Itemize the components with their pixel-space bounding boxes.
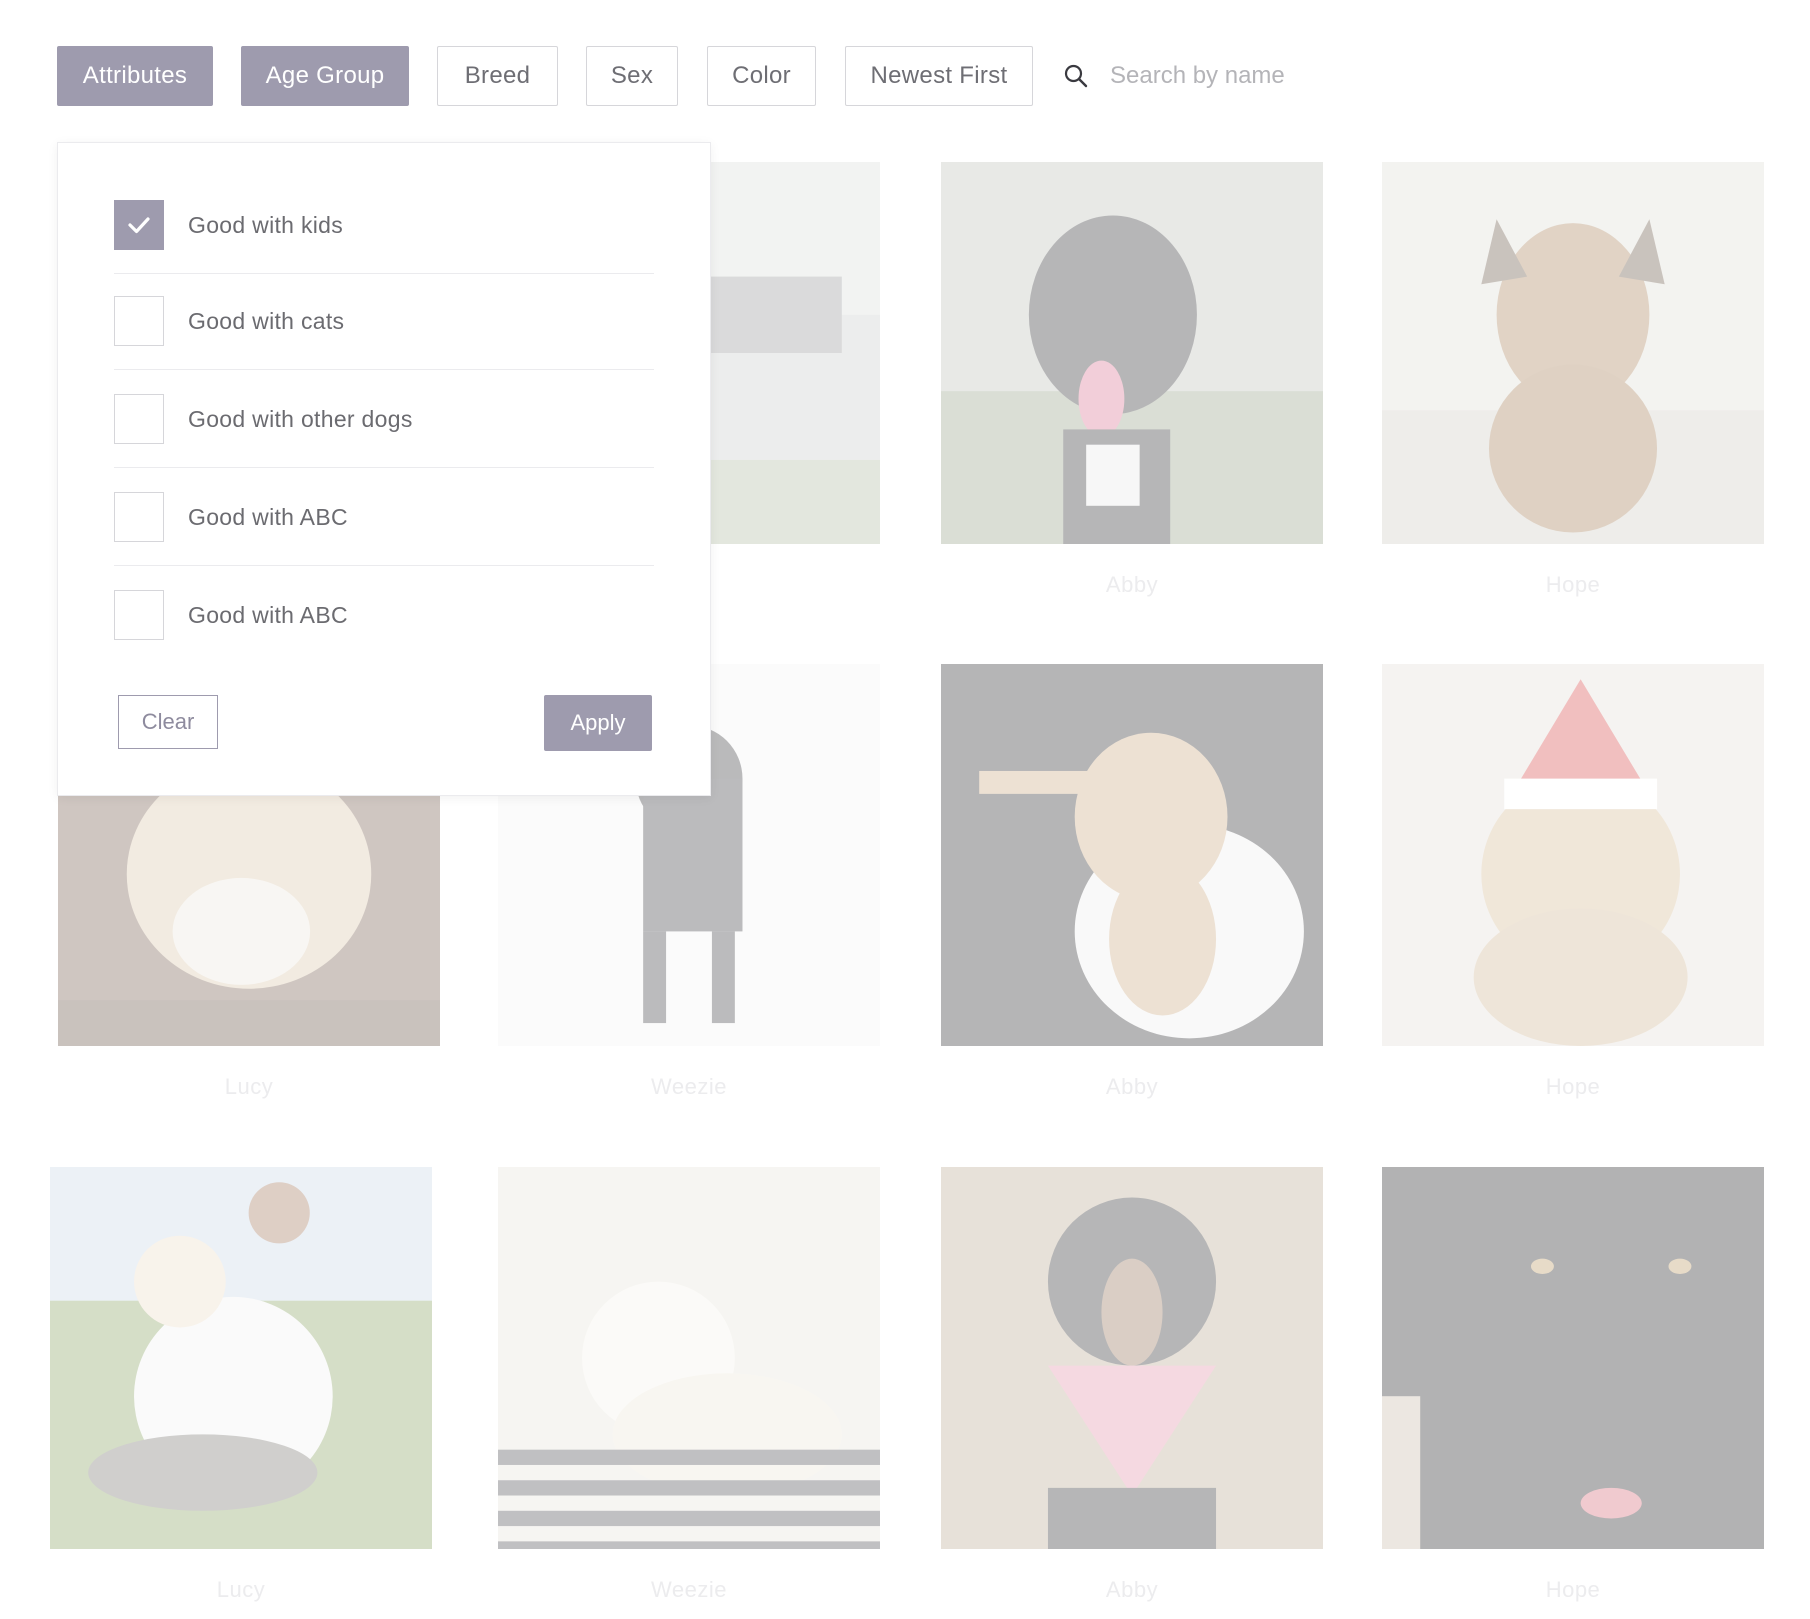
search-icon: [1062, 62, 1090, 90]
dog-name: Hope: [1545, 1577, 1601, 1602]
checkbox-checked[interactable]: [114, 200, 164, 250]
filter-sex-button[interactable]: Sex: [586, 46, 678, 106]
option-good-with-cats[interactable]: Good with cats: [114, 273, 654, 370]
attributes-dropdown: Good with kids Good with cats Good with …: [57, 142, 711, 796]
clear-button[interactable]: Clear: [118, 695, 218, 749]
dog-photo[interactable]: [1382, 162, 1764, 544]
dog-name: Weezie: [651, 1074, 727, 1099]
dog-card[interactable]: Lucy: [50, 1167, 432, 1603]
option-label: Good with kids: [188, 211, 344, 238]
checkbox[interactable]: [114, 296, 164, 346]
sort-newest-first-button[interactable]: Newest First: [845, 46, 1033, 106]
dog-card[interactable]: Abby: [941, 664, 1323, 1100]
filter-attributes-button[interactable]: Attributes: [57, 46, 213, 106]
dog-card[interactable]: Hope: [1382, 1167, 1764, 1603]
dog-name: Abby: [1105, 572, 1159, 597]
dog-photo[interactable]: [1382, 664, 1764, 1046]
filter-color-button[interactable]: Color: [707, 46, 816, 106]
dog-name: Hope: [1545, 572, 1601, 597]
apply-button[interactable]: Apply: [544, 695, 652, 751]
checkbox[interactable]: [114, 590, 164, 640]
dog-photo[interactable]: [1382, 1167, 1764, 1549]
dog-name: Abby: [1105, 1577, 1159, 1602]
search-bar: [1062, 46, 1482, 106]
option-good-with-abc[interactable]: Good with ABC: [114, 567, 654, 663]
dog-name: Weezie: [651, 1577, 727, 1602]
dog-photo[interactable]: [941, 162, 1323, 544]
search-input[interactable]: [1108, 61, 1472, 91]
dog-card[interactable]: Hope: [1382, 162, 1764, 598]
dog-photo[interactable]: [498, 1167, 880, 1549]
dog-name: Abby: [1105, 1074, 1159, 1099]
dog-name: Hope: [1545, 1074, 1601, 1099]
dog-photo[interactable]: [50, 1167, 432, 1549]
filter-toolbar: Attributes Age Group Breed Sex Color New…: [0, 0, 1810, 150]
dog-card[interactable]: Abby: [941, 162, 1323, 598]
option-good-with-other-dogs[interactable]: Good with other dogs: [114, 371, 654, 468]
dog-card[interactable]: Abby: [941, 1167, 1323, 1603]
checkmark-icon: [128, 217, 150, 234]
dog-name: Lucy: [224, 1074, 274, 1099]
option-label: Good with ABC: [188, 503, 348, 530]
dog-card[interactable]: Weezie: [498, 1167, 880, 1603]
option-label: Good with cats: [188, 307, 345, 334]
filter-breed-button[interactable]: Breed: [437, 46, 558, 106]
dog-photo[interactable]: [941, 664, 1323, 1046]
option-label: Good with other dogs: [188, 405, 413, 432]
checkbox[interactable]: [114, 394, 164, 444]
option-good-with-abc[interactable]: Good with ABC: [114, 469, 654, 566]
checkbox[interactable]: [114, 492, 164, 542]
dog-photo[interactable]: [941, 1167, 1323, 1549]
dog-name: Lucy: [216, 1577, 266, 1602]
dog-card[interactable]: Hope: [1382, 664, 1764, 1100]
option-good-with-kids[interactable]: Good with kids: [114, 177, 654, 274]
option-label: Good with ABC: [188, 601, 348, 628]
filter-age-group-button[interactable]: Age Group: [241, 46, 409, 106]
